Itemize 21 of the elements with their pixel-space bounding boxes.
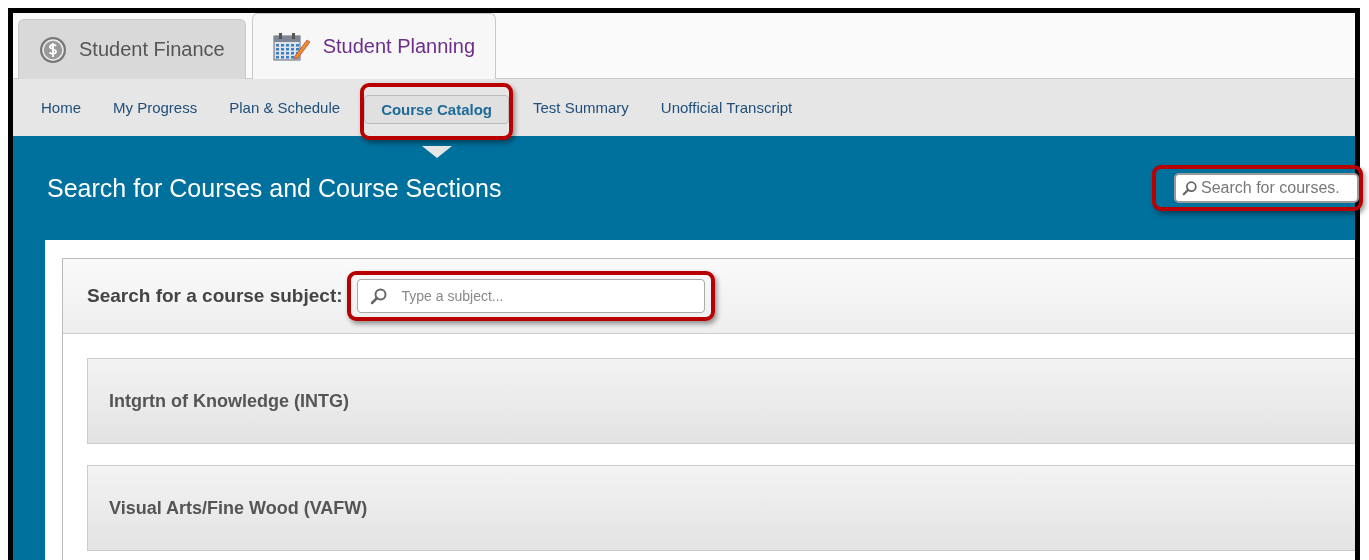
subject-row[interactable]: Intgrtn of Knowledge (INTG) (87, 358, 1355, 444)
placeholder-text: Type a subject... (401, 288, 504, 304)
placeholder-text: Search for courses. (1201, 179, 1340, 197)
nav-link[interactable]: Unofficial Transcript (644, 94, 809, 121)
nav-link[interactable]: Home (25, 94, 97, 121)
app-tab[interactable]: Student Planning (251, 13, 496, 79)
coin-icon (39, 35, 67, 64)
search-icon (1182, 180, 1198, 196)
calendar-pencil-icon (272, 31, 311, 62)
subject-search-label: Search for a course subject: (87, 285, 343, 307)
subject-search-field[interactable]: Type a subject... (356, 279, 705, 313)
nav-link[interactable]: Course Catalog (364, 95, 509, 124)
nav-link[interactable]: Plan & Schedule (213, 94, 357, 121)
page-title: Search for Courses and Course Sections (47, 173, 502, 203)
subject-row[interactable]: Visual Arts/Fine Wood (VAFW) (87, 465, 1355, 551)
pointer-notch (421, 146, 452, 160)
search-icon (369, 287, 388, 305)
course-search-field[interactable]: Search for courses. (1174, 173, 1359, 203)
nav-link[interactable]: Test Summary (517, 94, 645, 121)
nav-link[interactable]: My Progress (97, 94, 214, 121)
app-tab[interactable]: Student Finance (18, 19, 246, 79)
